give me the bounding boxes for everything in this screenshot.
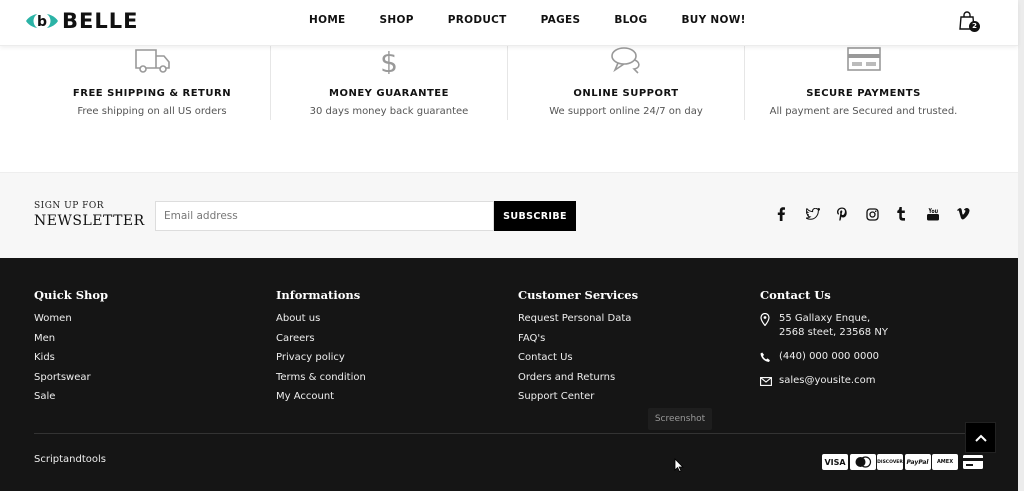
- phone-icon: [760, 350, 779, 364]
- cart-button[interactable]: 2: [958, 10, 982, 34]
- footer-link-sportswear[interactable]: Sportswear: [34, 371, 108, 391]
- feature-money: $ MONEY GUARANTEE 30 days money back gua…: [271, 46, 508, 120]
- footer-link-support-center[interactable]: Support Center: [518, 390, 638, 410]
- pinterest-icon[interactable]: [836, 206, 866, 222]
- envelope-icon: [760, 374, 779, 388]
- footer-link-my-account[interactable]: My Account: [276, 390, 366, 410]
- truck-icon: [135, 49, 170, 73]
- address-line-1: 55 Gallaxy Enque,: [779, 313, 871, 324]
- contact-email: sales@yousite.com: [760, 374, 888, 388]
- logo-icon: b: [26, 12, 58, 30]
- mouse-cursor-icon: [674, 458, 684, 472]
- payment-methods: VISA DISCOVER PayPal AMEX: [822, 454, 987, 470]
- brand-name: BELLE: [62, 9, 139, 33]
- email-address[interactable]: sales@yousite.com: [779, 374, 875, 388]
- facebook-icon[interactable]: [776, 206, 806, 222]
- footer-link-women[interactable]: Women: [34, 312, 108, 332]
- footer-quick-shop: Quick Shop Women Men Kids Sportswear Sal…: [34, 288, 108, 410]
- feature-title: FREE SHIPPING & RETURN: [72, 88, 232, 99]
- footer-link-careers[interactable]: Careers: [276, 332, 366, 352]
- tumblr-icon[interactable]: [896, 206, 926, 222]
- svg-text:$: $: [380, 46, 398, 74]
- footer-contact: Contact Us 55 Gallaxy Enque, 2568 steet,…: [760, 288, 888, 398]
- paypal-icon: PayPal: [904, 454, 931, 470]
- feature-title: SECURE PAYMENTS: [806, 88, 921, 99]
- footer-customer-services: Customer Services Request Personal Data …: [518, 288, 638, 410]
- footer-link-about-us[interactable]: About us: [276, 312, 366, 332]
- feature-payments: SECURE PAYMENTS All payment are Secured …: [745, 46, 982, 120]
- screenshot-tooltip: Screenshot: [648, 408, 712, 430]
- dollar-icon: $: [380, 46, 398, 74]
- address-line-2: 2568 steet, 23568 NY: [779, 327, 888, 338]
- phone-number[interactable]: (440) 000 000 0000: [779, 350, 879, 364]
- footer-link-orders-returns[interactable]: Orders and Returns: [518, 371, 638, 391]
- feature-desc: All payment are Secured and trusted.: [769, 106, 958, 117]
- svg-text:b: b: [37, 14, 47, 30]
- generic-card-icon: [959, 454, 986, 470]
- contact-phone: (440) 000 000 0000: [760, 350, 888, 364]
- scroll-to-top-button[interactable]: [965, 422, 996, 453]
- footer-link-contact-us[interactable]: Contact Us: [518, 351, 638, 371]
- footer-informations: Informations About us Careers Privacy po…: [276, 288, 366, 410]
- contact-address: 55 Gallaxy Enque, 2568 steet, 23568 NY: [760, 312, 888, 340]
- footer-column-title: Quick Shop: [34, 288, 109, 302]
- site-footer: Quick Shop Women Men Kids Sportswear Sal…: [0, 258, 1018, 491]
- vimeo-icon[interactable]: [956, 206, 986, 222]
- footer-link-kids[interactable]: Kids: [34, 351, 108, 371]
- feature-title: MONEY GUARANTEE: [329, 88, 449, 99]
- chat-bubbles-icon: [611, 47, 640, 74]
- footer-link-sale[interactable]: Sale: [34, 390, 108, 410]
- footer-link-men[interactable]: Men: [34, 332, 108, 352]
- feature-desc: We support online 24/7 on day: [549, 106, 703, 117]
- footer-column-title: Customer Services: [518, 288, 639, 302]
- youtube-icon[interactable]: [926, 206, 956, 222]
- window-edge: [1018, 0, 1024, 491]
- footer-link-privacy-policy[interactable]: Privacy policy: [276, 351, 366, 371]
- footer-link-request-data[interactable]: Request Personal Data: [518, 312, 638, 332]
- amex-card-icon: AMEX: [932, 454, 958, 470]
- newsletter-section: SIGN UP FOR NEWSLETTER SUBSCRIBE: [0, 172, 1018, 258]
- feature-desc: 30 days money back guarantee: [309, 106, 469, 117]
- discover-card-icon: DISCOVER: [877, 454, 903, 470]
- features-bar: FREE SHIPPING & RETURN Free shipping on …: [34, 46, 984, 126]
- subscribe-button[interactable]: SUBSCRIBE: [494, 201, 576, 231]
- footer-divider: [34, 433, 984, 434]
- newsletter-kicker: SIGN UP FOR: [34, 201, 105, 211]
- cart-count-badge: 2: [969, 21, 980, 32]
- social-links: [776, 206, 986, 222]
- copyright-text: Scriptandtools: [34, 454, 106, 465]
- chevron-up-icon: [974, 434, 987, 442]
- instagram-icon[interactable]: [866, 206, 896, 222]
- footer-link-terms[interactable]: Terms & condition: [276, 371, 366, 391]
- footer-column-title: Informations: [276, 288, 361, 302]
- feature-support: ONLINE SUPPORT We support online 24/7 on…: [508, 46, 745, 120]
- footer-link-faqs[interactable]: FAQ's: [518, 332, 638, 352]
- nav-product[interactable]: PRODUCT: [448, 14, 507, 26]
- twitter-icon[interactable]: [806, 206, 836, 222]
- nav-home[interactable]: HOME: [309, 14, 346, 26]
- brand-logo[interactable]: b BELLE: [24, 6, 138, 36]
- visa-card-icon: VISA: [822, 454, 848, 470]
- feature-shipping: FREE SHIPPING & RETURN Free shipping on …: [34, 46, 271, 120]
- newsletter-heading: NEWSLETTER: [34, 213, 145, 229]
- newsletter-email-input[interactable]: [155, 201, 494, 231]
- credit-card-icon: [846, 47, 881, 71]
- feature-title: ONLINE SUPPORT: [573, 88, 679, 99]
- nav-blog[interactable]: BLOG: [614, 14, 647, 26]
- mastercard-icon: [849, 454, 876, 470]
- nav-pages[interactable]: PAGES: [541, 14, 581, 26]
- footer-column-title: Contact Us: [760, 288, 831, 302]
- site-header: b BELLE HOME SHOP PRODUCT PAGES BLOG BUY…: [0, 0, 1018, 46]
- nav-shop[interactable]: SHOP: [380, 14, 414, 26]
- nav-buy-now[interactable]: BUY NOW!: [681, 14, 745, 26]
- main-nav: HOME SHOP PRODUCT PAGES BLOG BUY NOW!: [309, 14, 780, 26]
- feature-desc: Free shipping on all US orders: [77, 106, 227, 117]
- map-pin-icon: [760, 312, 779, 326]
